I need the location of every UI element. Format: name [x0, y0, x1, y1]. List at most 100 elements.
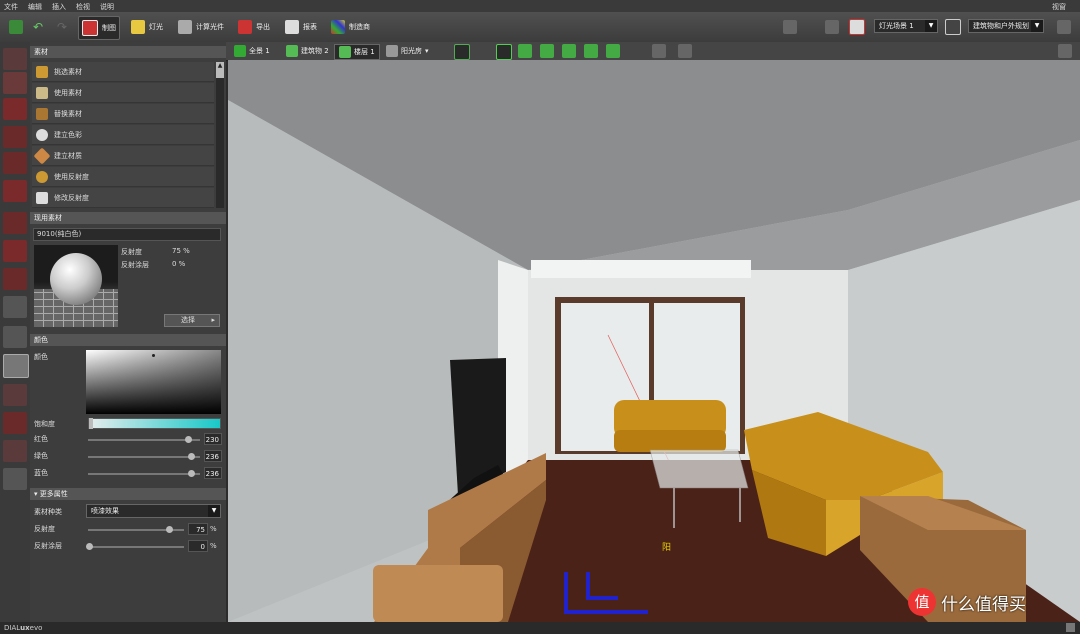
tool-wall[interactable] — [3, 72, 27, 94]
save-button[interactable] — [6, 16, 26, 38]
chevron-down-icon: ▼ — [925, 20, 937, 32]
tool-box[interactable] — [3, 268, 27, 290]
green-slider[interactable] — [88, 453, 200, 460]
item-use-reflectance[interactable]: 使用反射度 — [32, 167, 214, 187]
view-3d-button[interactable] — [496, 44, 512, 60]
reflectance2-slider[interactable] — [88, 526, 184, 533]
tab-sunroom[interactable]: 阳光房 ▾ — [382, 44, 433, 58]
tool-texture[interactable] — [3, 384, 27, 406]
saturation-label: 饱和度 — [34, 420, 55, 428]
reflectance2-knob[interactable] — [166, 526, 173, 533]
item-label: 使用反射度 — [54, 172, 89, 181]
tool-material-active[interactable] — [3, 354, 29, 378]
tool-measure[interactable] — [3, 468, 27, 490]
menu-bar: 文件 编辑 插入 检视 说明 视窗 — [0, 0, 1080, 12]
red-slider[interactable] — [88, 436, 200, 443]
item-label: 使用素材 — [54, 88, 82, 97]
manufacturer-tab[interactable]: 制造商 — [328, 16, 373, 38]
tool-room[interactable] — [3, 48, 27, 70]
tool-calc-area[interactable] — [3, 440, 27, 462]
material-type-label: 素材种类 — [34, 508, 62, 516]
red-knob[interactable] — [185, 436, 192, 443]
3d-viewport[interactable]: 阳 值 什么值得买 — [228, 60, 1080, 622]
tab-floor[interactable]: 楼层 1 — [334, 44, 380, 60]
view-side-button[interactable] — [540, 44, 554, 58]
watermark-text: 什么值得买 — [941, 594, 1026, 615]
item-pick-material[interactable]: 挑选素材 — [32, 62, 214, 82]
menu-file[interactable]: 文件 — [4, 2, 18, 12]
blue-value[interactable]: 236 — [204, 467, 222, 479]
tool-object[interactable] — [3, 212, 27, 234]
tool-furniture[interactable] — [3, 296, 27, 318]
fullscreen-button[interactable] — [1058, 44, 1072, 58]
material-type-dropdown[interactable]: 喷漆效果 ▼ — [86, 504, 221, 518]
tool-cube[interactable] — [3, 98, 27, 120]
view-mode-dropdown[interactable]: 建筑物和户外规划 ▼ — [968, 19, 1044, 33]
coating2-value[interactable]: 0 — [188, 540, 208, 552]
delete-tool[interactable] — [846, 16, 868, 38]
tab-building[interactable]: 建筑物 2 — [282, 44, 333, 58]
blue-knob[interactable] — [188, 470, 195, 477]
tool-door[interactable] — [3, 126, 27, 148]
tool-surface[interactable] — [3, 326, 27, 348]
item-edit-reflectance[interactable]: 修改反射度 — [32, 188, 214, 208]
coating2-knob[interactable] — [86, 543, 93, 550]
reflectance2-value[interactable]: 75 — [188, 523, 208, 535]
light-scene-dropdown[interactable]: 灯光场景 1 ▼ — [874, 19, 938, 33]
disabled-tool-2[interactable] — [822, 16, 842, 38]
menu-insert[interactable]: 插入 — [52, 2, 66, 12]
tool-window[interactable] — [3, 152, 27, 174]
palette-icon — [36, 128, 48, 141]
view-2d-button[interactable] — [454, 44, 470, 60]
disabled-tool-1[interactable] — [780, 16, 800, 38]
item-create-color[interactable]: 建立色彩 — [32, 125, 214, 145]
more-properties-header[interactable]: ▾ 更多属性 — [30, 488, 226, 500]
edit-reflectance-icon — [36, 191, 48, 204]
grid-toggle-button[interactable] — [1054, 16, 1074, 38]
menu-edit[interactable]: 编辑 — [28, 2, 42, 12]
zoom-fit-button[interactable] — [652, 44, 666, 58]
green-knob[interactable] — [188, 453, 195, 460]
color-label: 颜色 — [34, 353, 48, 361]
blue-slider[interactable] — [88, 470, 200, 477]
tab-scene[interactable]: 全景 1 — [230, 44, 274, 58]
item-use-material[interactable]: 使用素材 — [32, 83, 214, 103]
report-tab[interactable]: 报表 — [282, 16, 320, 38]
tool-stairs[interactable] — [3, 180, 27, 202]
item-replace-material[interactable]: 替换素材 — [32, 104, 214, 124]
calc-tab[interactable]: 计算光件 — [175, 16, 227, 38]
view-front-button[interactable] — [518, 44, 532, 58]
screen-button[interactable] — [942, 16, 964, 38]
select-button[interactable]: 选择 ▸ — [164, 314, 220, 327]
coating2-slider[interactable] — [86, 543, 184, 550]
status-icon[interactable] — [1066, 623, 1075, 632]
chevron-down-icon: ▼ — [1031, 20, 1043, 32]
reflectance-label: 反射度 — [121, 248, 142, 256]
current-material-name: 9010(纯白色) — [33, 228, 221, 241]
chevron-down-icon: ▾ — [425, 47, 429, 55]
menu-window[interactable]: 视窗 — [1052, 2, 1066, 12]
menu-view[interactable]: 检视 — [76, 2, 90, 12]
color-picker-field[interactable] — [86, 350, 221, 414]
light-tab[interactable]: 灯光 — [128, 16, 166, 38]
menu-help[interactable]: 说明 — [100, 2, 114, 12]
tool-luminaire[interactable] — [3, 412, 27, 434]
draw-tab[interactable]: 制图 — [78, 16, 120, 40]
redo-button[interactable]: ↷ — [54, 16, 70, 38]
measure-button[interactable] — [678, 44, 692, 58]
item-create-texture[interactable]: 建立材质 — [32, 146, 214, 166]
saturation-knob[interactable] — [89, 418, 93, 429]
view-perspective-button[interactable] — [606, 44, 620, 58]
saturation-bar[interactable] — [88, 418, 221, 429]
view-top-button[interactable] — [562, 44, 576, 58]
export-tab[interactable]: 导出 — [235, 16, 273, 38]
red-value[interactable]: 230 — [204, 433, 222, 445]
item-label: 建立材质 — [54, 151, 82, 160]
color-picker-marker[interactable] — [152, 354, 155, 357]
tool-roof[interactable] — [3, 240, 27, 262]
green-value[interactable]: 236 — [204, 450, 222, 462]
materials-scrollbar[interactable]: ▲ — [216, 62, 224, 208]
view-iso-button[interactable] — [584, 44, 598, 58]
item-label: 建立色彩 — [54, 130, 82, 139]
undo-button[interactable]: ↶ — [30, 16, 46, 38]
